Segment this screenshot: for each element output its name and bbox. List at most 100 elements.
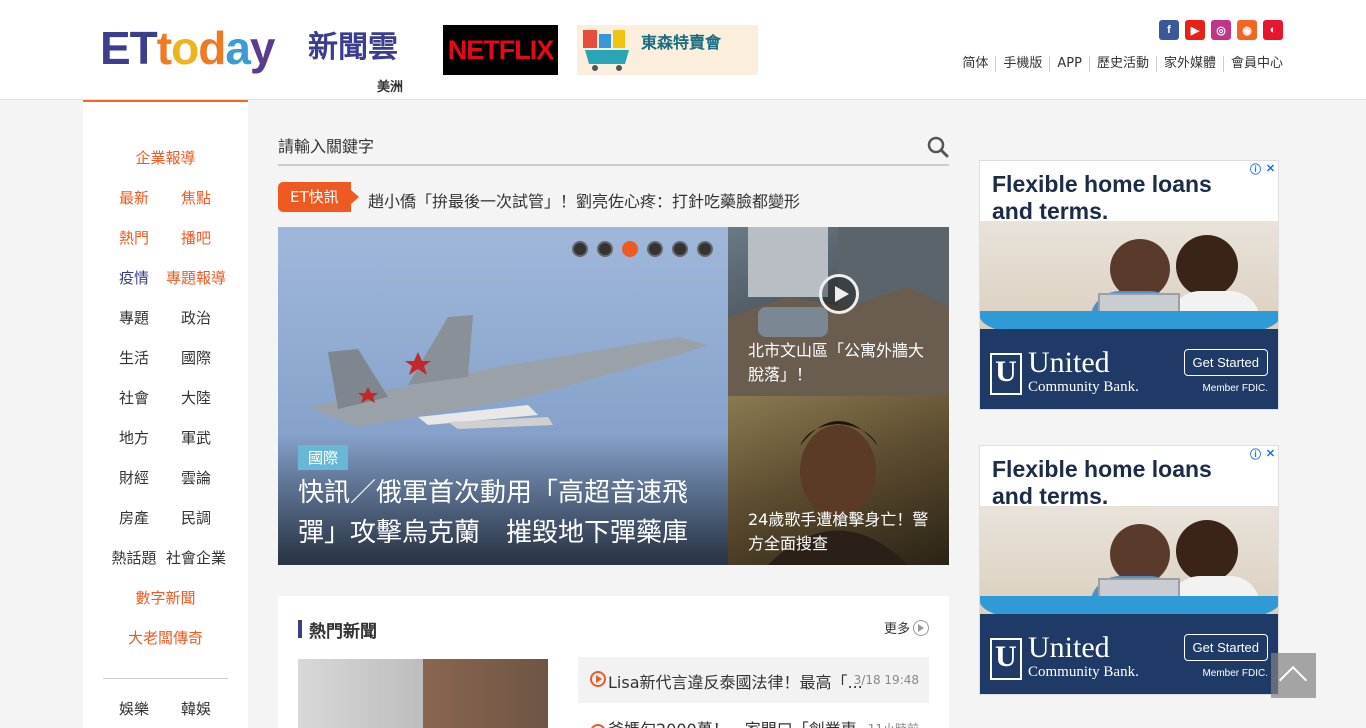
search-icon[interactable] bbox=[927, 136, 949, 158]
list-item-time: 3/18 19:48 bbox=[853, 673, 919, 687]
sidebar-divider bbox=[103, 678, 228, 679]
ad-person bbox=[1110, 239, 1170, 299]
close-icon[interactable]: ✕ bbox=[1263, 446, 1278, 461]
ad-choices[interactable]: ⓘ ✕ bbox=[1248, 161, 1278, 176]
hero-slide[interactable]: 國際 快訊／俄軍首次動用「高超音速飛彈」攻擊烏克蘭 摧毀地下彈藥庫 bbox=[278, 227, 728, 565]
instagram-icon[interactable]: ◎ bbox=[1211, 20, 1231, 40]
logo-wordmark: ETtoday bbox=[100, 22, 275, 74]
hero-category-badge[interactable]: 國際 bbox=[298, 445, 349, 470]
sidebar-item-politics[interactable]: 政治 bbox=[159, 308, 233, 328]
play-circle-icon bbox=[590, 671, 606, 687]
play-circle-icon bbox=[590, 724, 606, 728]
nav-app[interactable]: APP bbox=[1049, 56, 1089, 72]
hot-news-panel: 熱門新聞 更多 Lisa新代言違反泰國法律！最高「... 3/18 19:48 … bbox=[278, 596, 949, 728]
sidebar-item-mainland[interactable]: 大陸 bbox=[159, 388, 233, 408]
section-marker bbox=[298, 620, 302, 638]
carousel-dot-active[interactable] bbox=[622, 241, 638, 257]
ad-banner[interactable]: ⓘ ✕ Flexible home loans and terms. U Unit… bbox=[979, 445, 1279, 695]
list-item[interactable]: Lisa新代言違反泰國法律！最高「... 3/18 19:48 bbox=[578, 657, 929, 703]
facebook-icon[interactable]: f bbox=[1159, 20, 1179, 40]
breaking-news-tag: ET快訊 bbox=[278, 182, 359, 212]
nav-outdoor-media[interactable]: 家外媒體 bbox=[1155, 56, 1223, 72]
sidebar-item-special-report[interactable]: 專題報導 bbox=[159, 268, 233, 288]
social-links: f ▶ ◎ ◉ ◐ bbox=[1159, 20, 1283, 40]
more-label: 更多 bbox=[883, 622, 910, 637]
ad-person bbox=[1110, 524, 1170, 584]
sidebar-item-focus[interactable]: 焦點 bbox=[159, 188, 233, 208]
sidebar-item-poll[interactable]: 民調 bbox=[159, 508, 233, 528]
promo-banner[interactable]: 東森特賣會 bbox=[577, 25, 758, 75]
region-label: 美洲 bbox=[377, 80, 404, 95]
close-icon[interactable]: ✕ bbox=[1263, 161, 1278, 176]
carousel-dot[interactable] bbox=[597, 241, 613, 257]
hot-news-title: 熱門新聞 bbox=[309, 622, 377, 642]
sidebar-item-military[interactable]: 軍武 bbox=[159, 428, 233, 448]
sidebar-item-opinion[interactable]: 雲論 bbox=[159, 468, 233, 488]
breaking-news-link[interactable]: 趙小僑「拚最後一次試管」！劉亮佐心疼：打針吃藥臉都變形 bbox=[368, 188, 800, 212]
rss-icon[interactable]: ◉ bbox=[1237, 20, 1257, 40]
top-nav: 简体 手機版 APP 歷史活動 家外媒體 會員中心 bbox=[955, 56, 1283, 72]
site-logo[interactable]: ETtoday 新聞雲 美洲 bbox=[100, 22, 410, 96]
side-story-1[interactable]: 北市文山區「公寓外牆大脫落」！ bbox=[728, 227, 949, 396]
get-started-button[interactable]: Get Started bbox=[1183, 349, 1268, 376]
list-item-title: Lisa新代言違反泰國法律！最高「... bbox=[608, 673, 862, 692]
fdic-label: Member FDIC. bbox=[1202, 383, 1268, 394]
breaking-news-ticker: ET快訊 趙小僑「拚最後一次試管」！劉亮佐心疼：打針吃藥臉都變形 bbox=[278, 182, 949, 214]
side-story-1-caption: 北市文山區「公寓外牆大脫落」！ bbox=[748, 341, 925, 384]
arrow-right-icon bbox=[913, 619, 929, 636]
carousel-dot[interactable] bbox=[672, 241, 688, 257]
info-icon[interactable]: ⓘ bbox=[1248, 446, 1263, 461]
ad-person bbox=[1176, 235, 1238, 297]
sidebar-item-live[interactable]: 播吧 bbox=[159, 228, 233, 248]
ad-headline: Flexible home loans and terms. bbox=[992, 171, 1212, 224]
get-started-button[interactable]: Get Started bbox=[1183, 634, 1268, 661]
site-header: ETtoday 新聞雲 美洲 NETFLIX 東森特賣會 f ▶ ◎ ◉ ◐ 简… bbox=[0, 0, 1366, 100]
ad-footer: U United Community Bank. Get Started Mem… bbox=[980, 614, 1278, 694]
hero-title[interactable]: 快訊／俄軍首次動用「高超音速飛彈」攻擊烏克蘭 摧毀地下彈藥庫 bbox=[298, 473, 718, 553]
search-input[interactable] bbox=[278, 134, 918, 162]
carousel-dot[interactable] bbox=[697, 241, 713, 257]
sidebar-item-digital[interactable]: 數字新聞 bbox=[83, 588, 248, 608]
nav-member[interactable]: 會員中心 bbox=[1222, 56, 1283, 72]
bank-logo-icon: U bbox=[990, 353, 1022, 395]
bank-subname: Community Bank. bbox=[1028, 664, 1139, 680]
ad-choices[interactable]: ⓘ ✕ bbox=[1248, 446, 1278, 461]
youtube-icon[interactable]: ▶ bbox=[1185, 20, 1205, 40]
ad-footer: U United Community Bank. Get Started Mem… bbox=[980, 329, 1278, 409]
sidebar-item-social-enterprise[interactable]: 社會企業 bbox=[159, 548, 233, 568]
nav-simplified[interactable]: 简体 bbox=[955, 56, 995, 72]
carousel-dots bbox=[572, 241, 713, 257]
weibo-icon[interactable]: ◐ bbox=[1263, 20, 1283, 40]
side-story-2-caption: 24歲歌手遭槍擊身亡！警方全面搜查 bbox=[748, 510, 929, 553]
sidebar-item-corporate[interactable]: 企業報導 bbox=[83, 148, 248, 168]
hot-news-thumbnail[interactable] bbox=[298, 659, 548, 728]
nav-events[interactable]: 歷史活動 bbox=[1088, 56, 1156, 72]
side-story-2[interactable]: 24歲歌手遭槍擊身亡！警方全面搜查 bbox=[728, 396, 949, 565]
list-item-title: 爸媽勾2000萬！ 家門口「創業專... bbox=[608, 716, 862, 728]
bank-name: United bbox=[1028, 346, 1110, 379]
sidebar-item-korean[interactable]: 韓娛 bbox=[159, 699, 233, 719]
sidebar-item-international[interactable]: 國際 bbox=[159, 348, 233, 368]
carousel-dot[interactable] bbox=[572, 241, 588, 257]
list-item[interactable]: 爸媽勾2000萬！ 家門口「創業專... 11小時前 bbox=[578, 710, 929, 728]
list-item-time: 11小時前 bbox=[868, 720, 919, 728]
ad-person bbox=[1176, 520, 1238, 582]
fdic-label: Member FDIC. bbox=[1202, 668, 1268, 679]
more-link[interactable]: 更多 bbox=[884, 618, 929, 637]
info-icon[interactable]: ⓘ bbox=[1248, 161, 1263, 176]
promo-text: 東森特賣會 bbox=[641, 33, 722, 52]
ad-headline: Flexible home loans and terms. bbox=[992, 456, 1212, 509]
nav-mobile[interactable]: 手機版 bbox=[995, 56, 1049, 72]
category-sidebar: 企業報導 最新 焦點 熱門 播吧 疫情 專題報導 專題 政治 生活 國際 社會 … bbox=[83, 100, 248, 728]
sidebar-item-boss[interactable]: 大老闆傳奇 bbox=[83, 628, 248, 648]
bank-subname: Community Bank. bbox=[1028, 379, 1139, 395]
bank-name: United bbox=[1028, 631, 1110, 664]
search-bar bbox=[278, 128, 949, 166]
carousel-dot[interactable] bbox=[647, 241, 663, 257]
ad-banner[interactable]: ⓘ ✕ Flexible home loans and terms. U Unit… bbox=[979, 160, 1279, 410]
video-play-icon[interactable] bbox=[819, 274, 859, 314]
shopping-cart-icon bbox=[583, 30, 629, 71]
netflix-banner[interactable]: NETFLIX bbox=[443, 25, 558, 75]
scroll-to-top-button[interactable] bbox=[1271, 653, 1316, 698]
bank-logo-icon: U bbox=[990, 638, 1022, 680]
